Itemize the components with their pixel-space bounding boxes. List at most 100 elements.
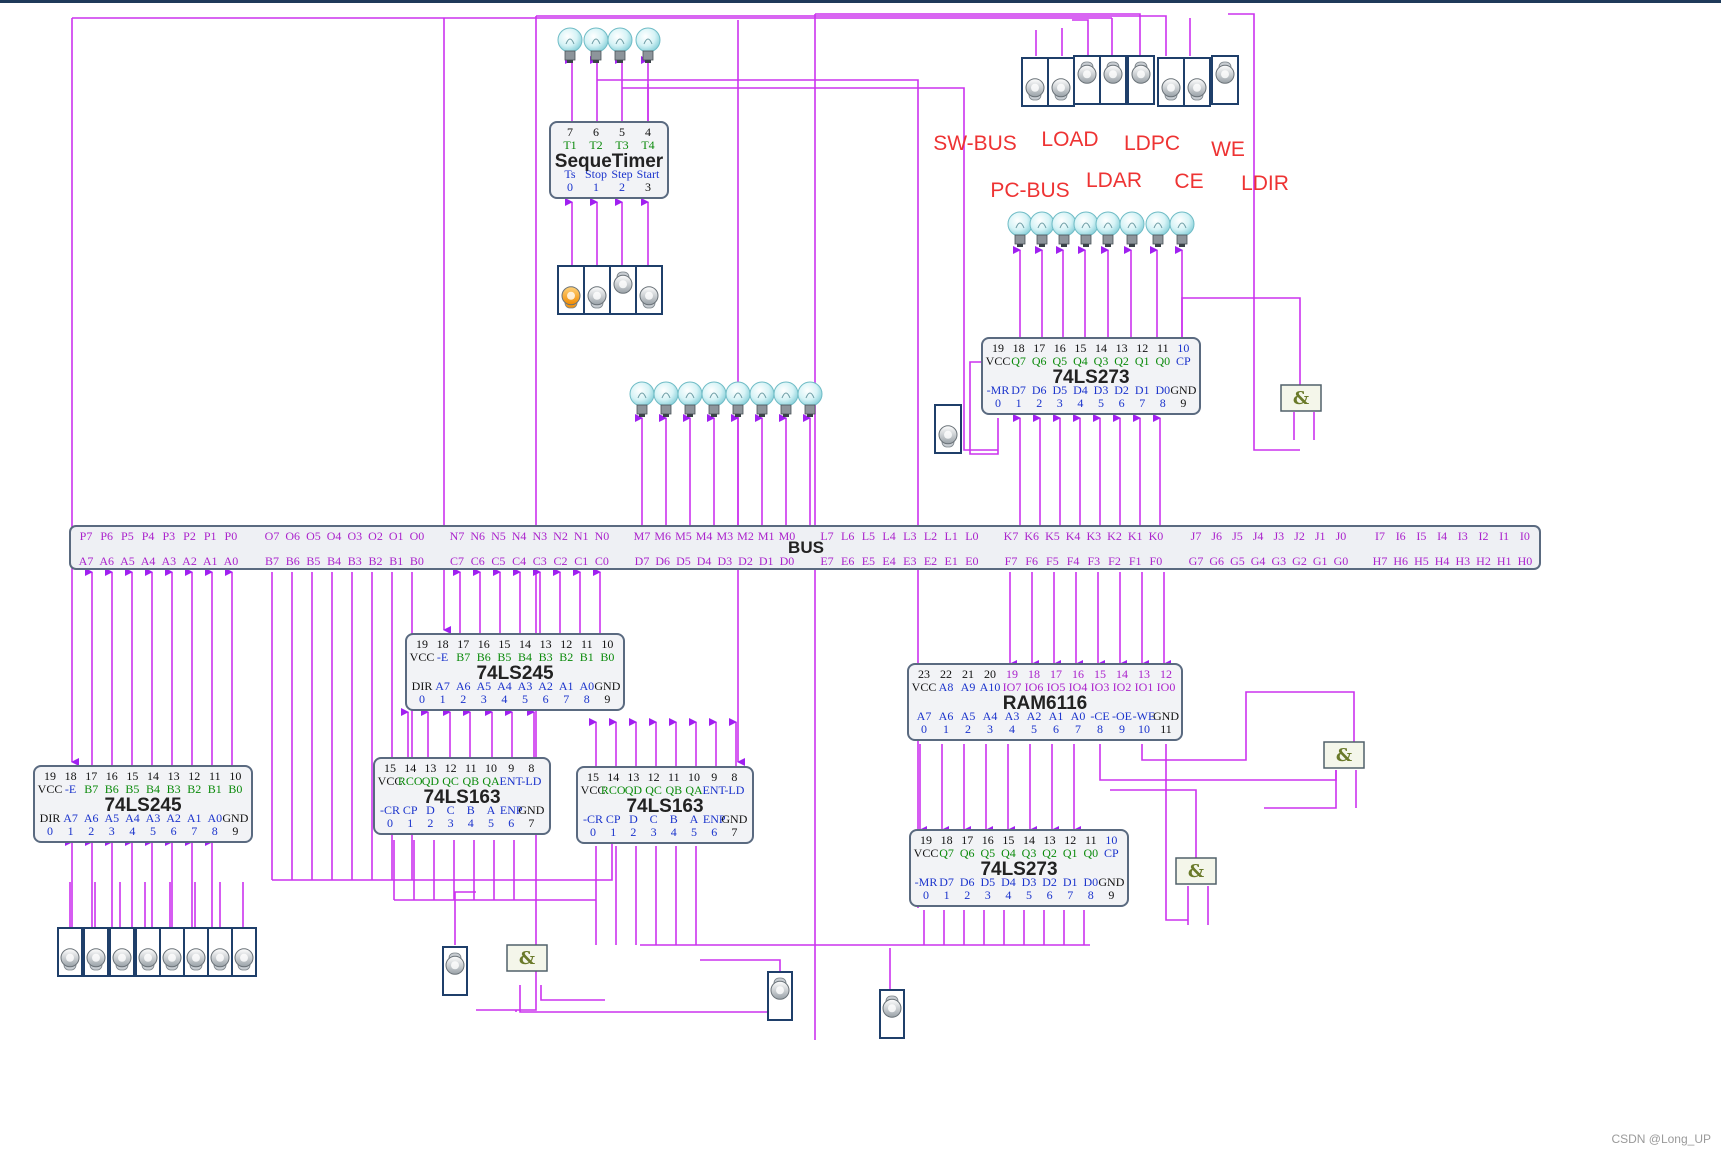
pin-number: 1	[610, 825, 616, 839]
pin-label: A0	[579, 679, 594, 693]
toggle-switch[interactable]	[609, 265, 637, 315]
wire	[1264, 770, 1337, 809]
pin-number: 6	[543, 692, 549, 706]
light-bulb-icon	[1029, 211, 1055, 247]
toggle-switch[interactable]	[57, 927, 83, 977]
toggle-switch[interactable]	[1021, 57, 1049, 107]
pin-label: IO4	[1069, 680, 1088, 694]
pin-number: 10	[1177, 341, 1189, 355]
bus-pin-label: N2	[553, 529, 568, 543]
bulb-base	[732, 404, 744, 415]
toggle-switch[interactable]	[1183, 57, 1211, 107]
wire	[272, 842, 613, 881]
bus-pin-label: C1	[574, 554, 588, 568]
bus-pin-label: H4	[1435, 554, 1450, 568]
pin-number: 1	[68, 824, 74, 838]
pin-number: 1	[944, 888, 950, 902]
toggle-switch[interactable]	[1127, 55, 1155, 105]
pin-number: 13	[1044, 833, 1056, 847]
bus-pin-label: F2	[1108, 554, 1121, 568]
pin-label: DIR	[412, 679, 433, 693]
bus-pin-label: B1	[389, 554, 403, 568]
pin-label: T3	[615, 138, 628, 152]
bus-pin-label: H1	[1497, 554, 1512, 568]
pin-label: Q7	[1011, 354, 1026, 368]
pin-number: 11	[1160, 722, 1172, 736]
pin-label: GND	[1170, 383, 1196, 397]
toggle-switch[interactable]	[159, 927, 185, 977]
toggle-switch[interactable]	[135, 927, 161, 977]
pin-label: A0	[207, 811, 222, 825]
toggle-switch[interactable]	[231, 927, 257, 977]
bus-pin-label: H2	[1476, 554, 1491, 568]
bulb-glass	[653, 381, 679, 407]
pin-number: 0	[47, 824, 53, 838]
control-label-ldar: LDAR	[1086, 169, 1142, 192]
pin-label: QB	[665, 783, 682, 797]
toggle-switch[interactable]	[767, 971, 793, 1021]
pin-label: Q2	[1042, 846, 1057, 860]
toggle-switch[interactable]	[1047, 57, 1075, 107]
bulb-tip	[1039, 244, 1045, 247]
switch-knob-shine	[216, 953, 224, 962]
bulb-glass	[701, 381, 727, 407]
bus-pin-label: O5	[306, 529, 321, 543]
chip-name: 74LS163	[626, 796, 703, 817]
light-bulb-icon	[629, 381, 655, 417]
pin-label: VCC	[914, 846, 939, 860]
toggle-switch[interactable]	[83, 927, 109, 977]
switch-knob-shine	[619, 280, 627, 289]
pin-number: 12	[445, 761, 457, 775]
switch-knob-shine	[1137, 70, 1145, 79]
toggle-switch[interactable]	[879, 989, 905, 1039]
pin-number: 10	[601, 637, 613, 651]
toggle-switch[interactable]	[583, 265, 611, 315]
pin-number: 2	[88, 824, 94, 838]
and-gate: &	[1175, 857, 1217, 885]
bus-pin-label: L6	[841, 529, 854, 543]
bus-pin-label: J7	[1191, 529, 1202, 543]
bus-pin-label: A3	[161, 554, 176, 568]
bulb-glass	[1029, 211, 1055, 237]
toggle-switch[interactable]	[557, 265, 585, 315]
toggle-switch[interactable]	[635, 265, 663, 315]
bus-pin-label: L0	[965, 529, 978, 543]
pin-number: 1	[407, 816, 413, 830]
parts-layer: 7T16T25T34T4Ts0Stop1Step2Start3SequeTime…	[33, 27, 1541, 1039]
bus-pin-label: E3	[903, 554, 916, 568]
toggle-switch[interactable]	[1073, 55, 1101, 105]
bus-pin-label: C3	[533, 554, 547, 568]
pin-label: A7	[917, 709, 932, 723]
toggle-switch[interactable]	[207, 927, 233, 977]
pin-number: 13	[627, 770, 639, 784]
bulb-glass	[607, 27, 633, 53]
toggle-switch[interactable]	[1099, 55, 1127, 105]
pin-number: 10	[1105, 833, 1117, 847]
pin-number: 12	[1160, 667, 1172, 681]
pin-number: 9	[711, 770, 717, 784]
chip-ls245-left: 19VCC18-E17B716B615B514B413B312B211B110B…	[33, 765, 253, 843]
bulb-tip	[735, 414, 741, 417]
toggle-switch[interactable]	[1157, 57, 1185, 107]
toggle-switch[interactable]	[934, 404, 962, 454]
bus-pin-label: C6	[471, 554, 485, 568]
bulb-base	[756, 404, 768, 415]
switch-knob-shine	[92, 953, 100, 962]
toggle-switch[interactable]	[442, 946, 468, 996]
pin-number: 19	[44, 769, 56, 783]
toggle-switch[interactable]	[109, 927, 135, 977]
light-bulb-icon	[1169, 211, 1195, 247]
bus-pin-label: K6	[1024, 529, 1039, 543]
bulb-glass	[1169, 211, 1195, 237]
toggle-switch[interactable]	[1211, 55, 1239, 105]
chip-ls273-bot: 19VCC18Q717Q616Q515Q414Q313Q212Q111Q010C…	[909, 829, 1129, 907]
pin-number: 6	[1053, 722, 1059, 736]
pin-label: QA	[685, 783, 703, 797]
wire	[519, 985, 780, 1013]
pin-label: -CR	[583, 812, 603, 826]
pin-number: 21	[962, 667, 974, 681]
toggle-switch[interactable]	[183, 927, 209, 977]
bulb-tip	[593, 60, 599, 63]
pin-number: 14	[519, 637, 531, 651]
pin-label: -WE	[1133, 709, 1156, 723]
